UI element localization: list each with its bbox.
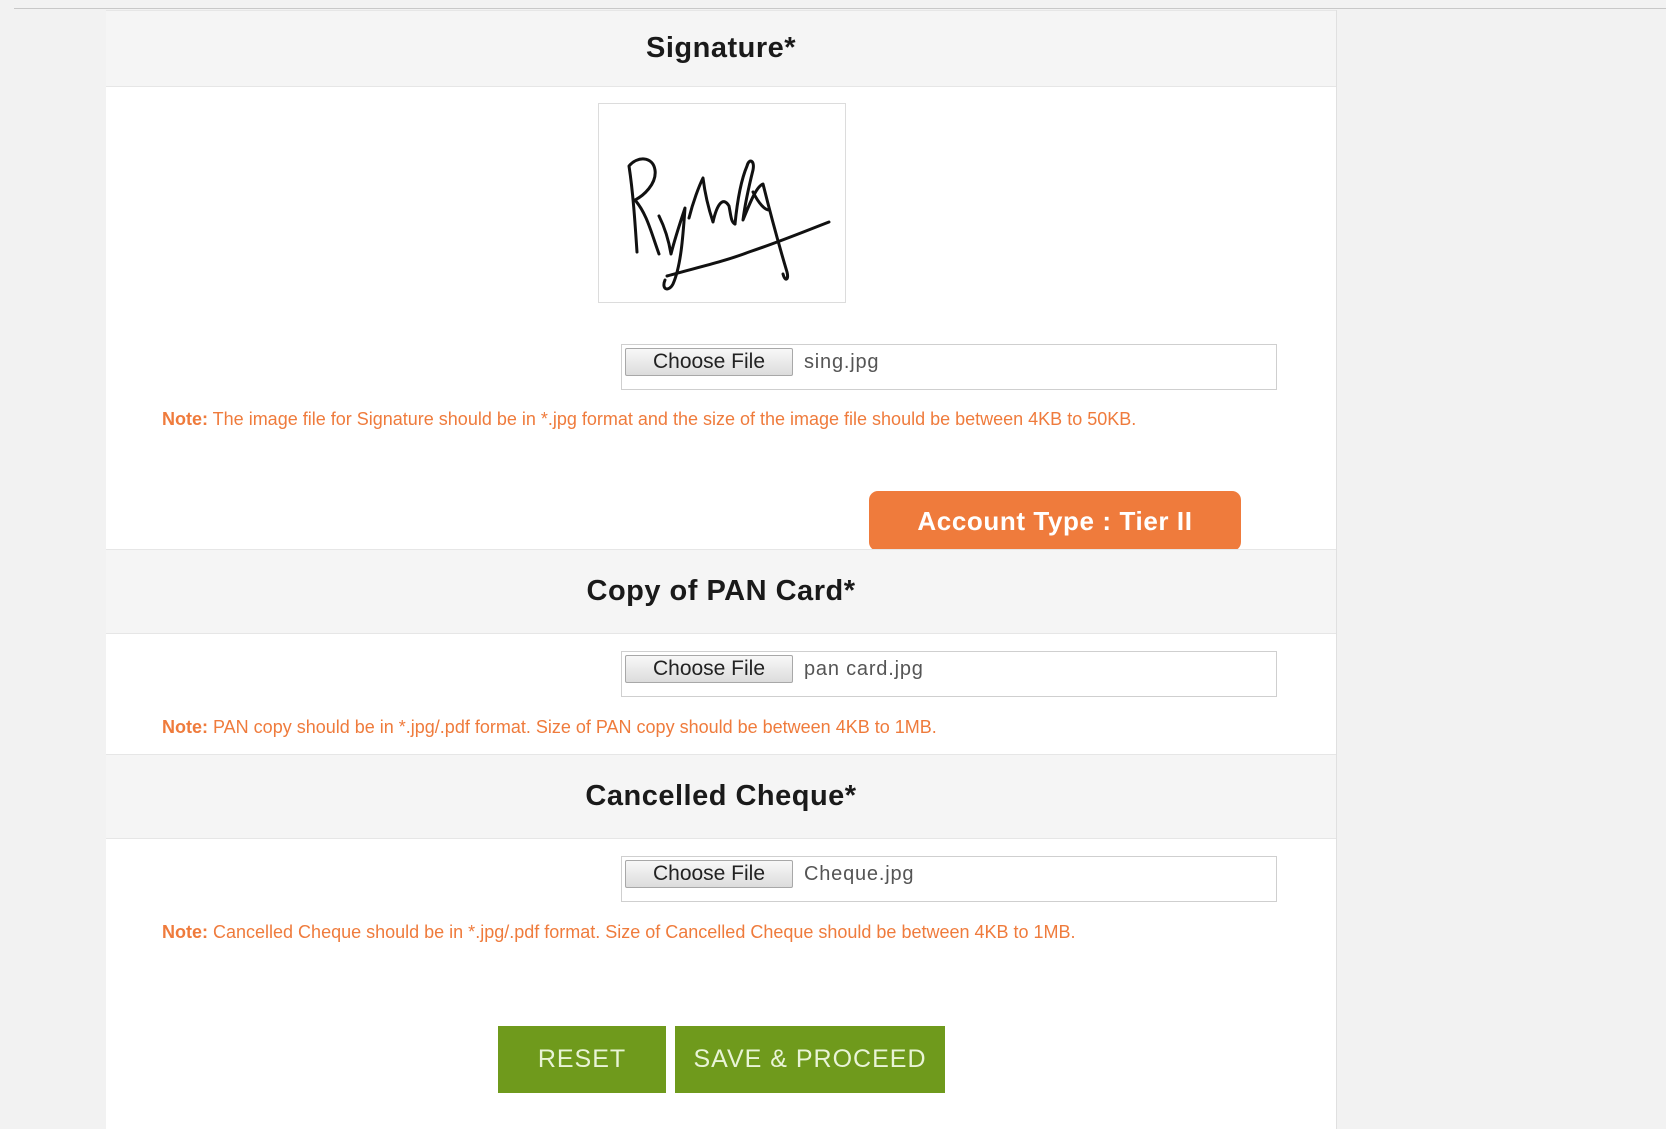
cheque-note-label: Note: — [162, 922, 208, 942]
pan-choose-file-button[interactable]: Choose File — [625, 655, 793, 683]
cheque-section-header: Cancelled Cheque* — [106, 754, 1336, 839]
account-type-badge: Account Type : Tier II — [869, 491, 1241, 551]
pan-note-label: Note: — [162, 717, 208, 737]
pan-file-name: pan card.jpg — [804, 658, 924, 680]
signature-section-header: Signature* — [106, 10, 1336, 87]
signature-file-input[interactable]: Choose File sing.jpg — [621, 344, 1277, 390]
cheque-file-name: Cheque.jpg — [804, 863, 915, 885]
top-divider — [14, 8, 1666, 9]
signature-file-name: sing.jpg — [804, 351, 880, 373]
pan-note: Note: PAN copy should be in *.jpg/.pdf f… — [162, 713, 1282, 741]
save-proceed-button[interactable]: SAVE & PROCEED — [675, 1026, 945, 1093]
cheque-note: Note: Cancelled Cheque should be in *.jp… — [162, 918, 1282, 946]
cheque-note-text: Cancelled Cheque should be in *.jpg/.pdf… — [208, 922, 1076, 942]
cheque-title: Cancelled Cheque* — [585, 780, 857, 812]
signature-note-text: The image file for Signature should be i… — [208, 409, 1137, 429]
cheque-choose-file-button[interactable]: Choose File — [625, 860, 793, 888]
pan-section-header: Copy of PAN Card* — [106, 549, 1336, 634]
signature-image — [627, 157, 831, 291]
signature-note: Note: The image file for Signature shoul… — [162, 405, 1282, 433]
signature-title: Signature* — [645, 32, 797, 64]
pan-title: Copy of PAN Card* — [586, 575, 856, 607]
signature-choose-file-button[interactable]: Choose File — [625, 348, 793, 376]
documents-panel: Signature* Choose File sing.jpg Note: Th… — [106, 10, 1336, 1129]
pan-file-input[interactable]: Choose File pan card.jpg — [621, 651, 1277, 697]
signature-preview — [598, 103, 846, 303]
pan-note-text: PAN copy should be in *.jpg/.pdf format.… — [208, 717, 937, 737]
signature-note-label: Note: — [162, 409, 208, 429]
reset-button[interactable]: RESET — [498, 1026, 666, 1093]
cheque-file-input[interactable]: Choose File Cheque.jpg — [621, 856, 1277, 902]
